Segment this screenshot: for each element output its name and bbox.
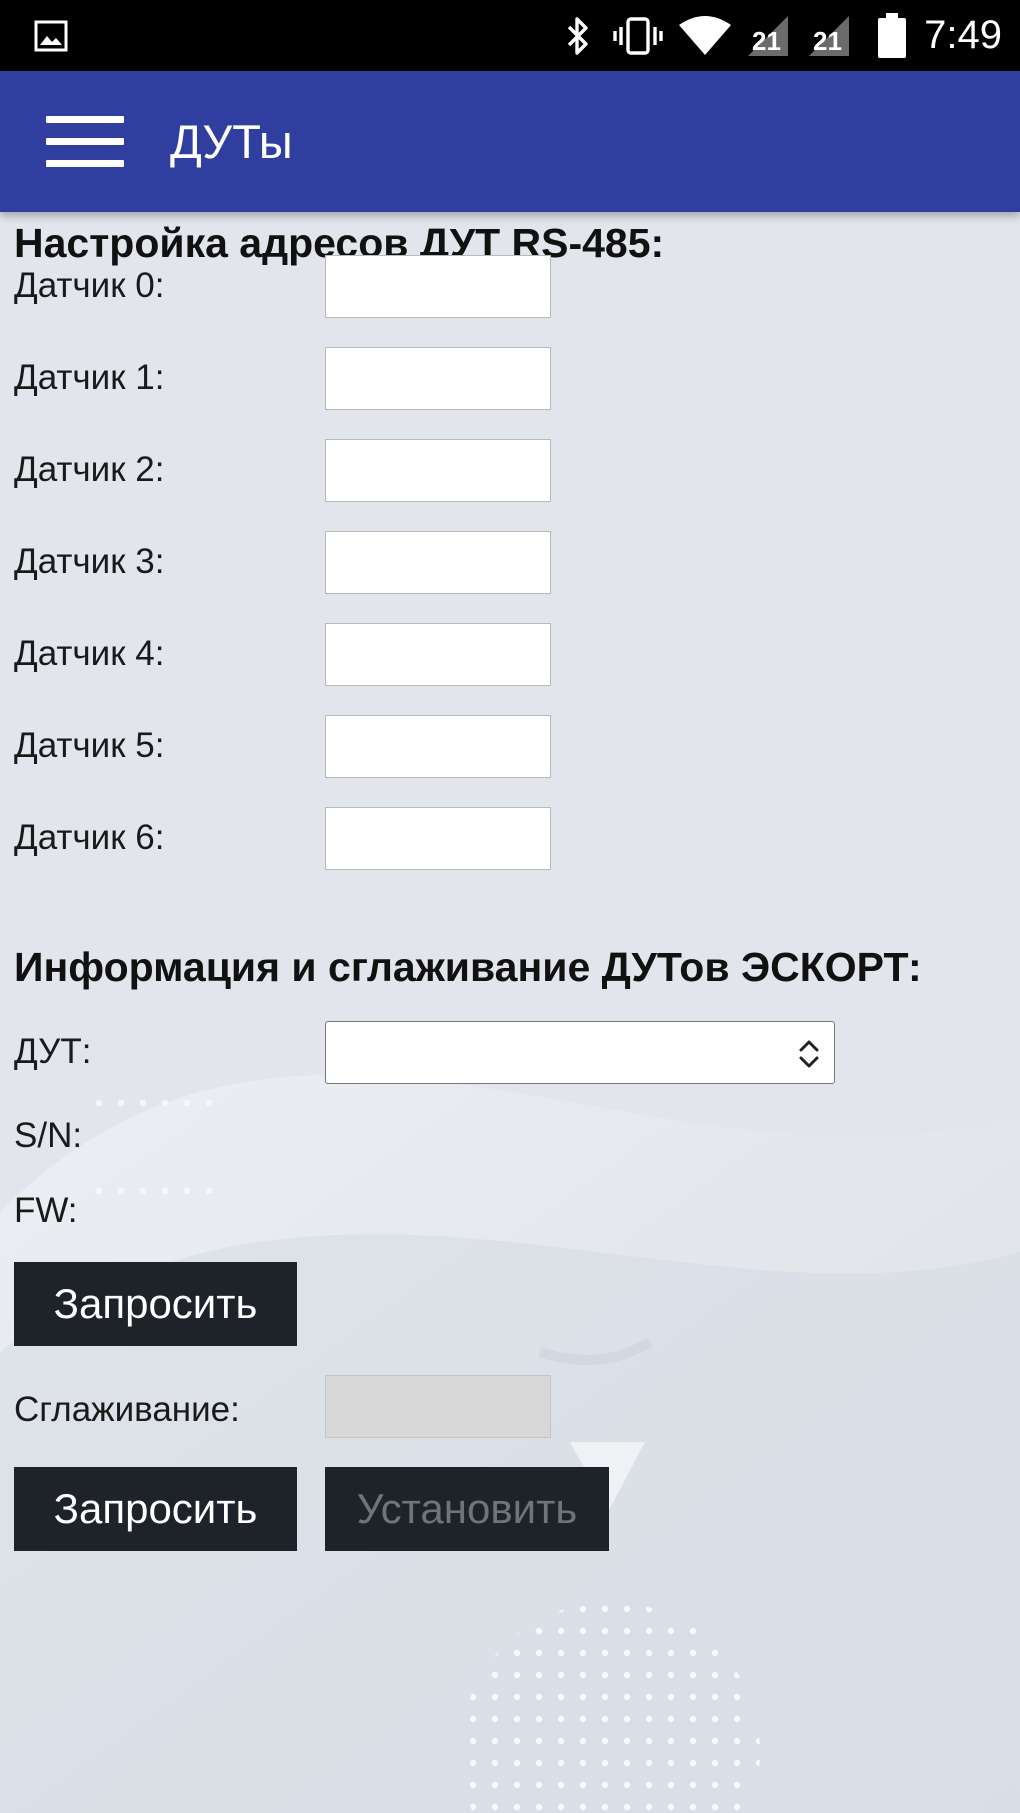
image-icon (30, 0, 72, 71)
svg-text:21: 21 (752, 26, 781, 56)
sensor-5-label: Датчик 5: (14, 726, 165, 765)
sensor-3-label: Датчик 3: (14, 542, 165, 581)
hamburger-menu-icon[interactable] (46, 116, 124, 168)
sensor-1-label: Датчик 1: (14, 358, 165, 397)
clock: 7:49 (924, 13, 1002, 57)
smoothing-input[interactable] (325, 1375, 551, 1438)
sensor-4-label: Датчик 4: (14, 634, 165, 673)
smoothing-label: Сглаживание: (14, 1390, 240, 1429)
request-smoothing-button[interactable]: Запросить (14, 1467, 297, 1551)
sensor-1-input[interactable] (325, 347, 551, 410)
status-bar: 21 21 7:49 (0, 0, 1020, 71)
sensor-5-input[interactable] (325, 715, 551, 778)
signal-icon: 21 (744, 0, 792, 71)
app-bar: ДУТы (0, 71, 1020, 212)
sensor-6-input[interactable] (325, 807, 551, 870)
sensor-0-input[interactable] (325, 255, 551, 318)
page-title: ДУТы (170, 115, 293, 168)
vibrate-icon (610, 0, 666, 71)
wifi-icon (674, 0, 736, 71)
sensor-2-label: Датчик 2: (14, 450, 165, 489)
sensor-6-label: Датчик 6: (14, 818, 165, 857)
sensor-0-label: Датчик 0: (14, 266, 165, 305)
bluetooth-icon (558, 0, 598, 71)
chevron-up-down-icon (799, 1040, 819, 1068)
set-smoothing-button[interactable]: Установить (325, 1467, 609, 1551)
dut-select[interactable] (325, 1021, 835, 1084)
battery-icon (874, 0, 910, 71)
sn-label: S/N: (14, 1116, 83, 1155)
dut-label: ДУТ: (14, 1032, 92, 1071)
sensor-3-input[interactable] (325, 531, 551, 594)
request-info-button[interactable]: Запросить (14, 1262, 297, 1346)
fw-label: FW: (14, 1191, 78, 1230)
signal-icon: 21 (805, 0, 853, 71)
escort-heading: Информация и сглаживание ДУТов ЭСКОРТ: (14, 944, 922, 990)
svg-text:21: 21 (813, 26, 842, 56)
sensor-4-input[interactable] (325, 623, 551, 686)
sensor-2-input[interactable] (325, 439, 551, 502)
